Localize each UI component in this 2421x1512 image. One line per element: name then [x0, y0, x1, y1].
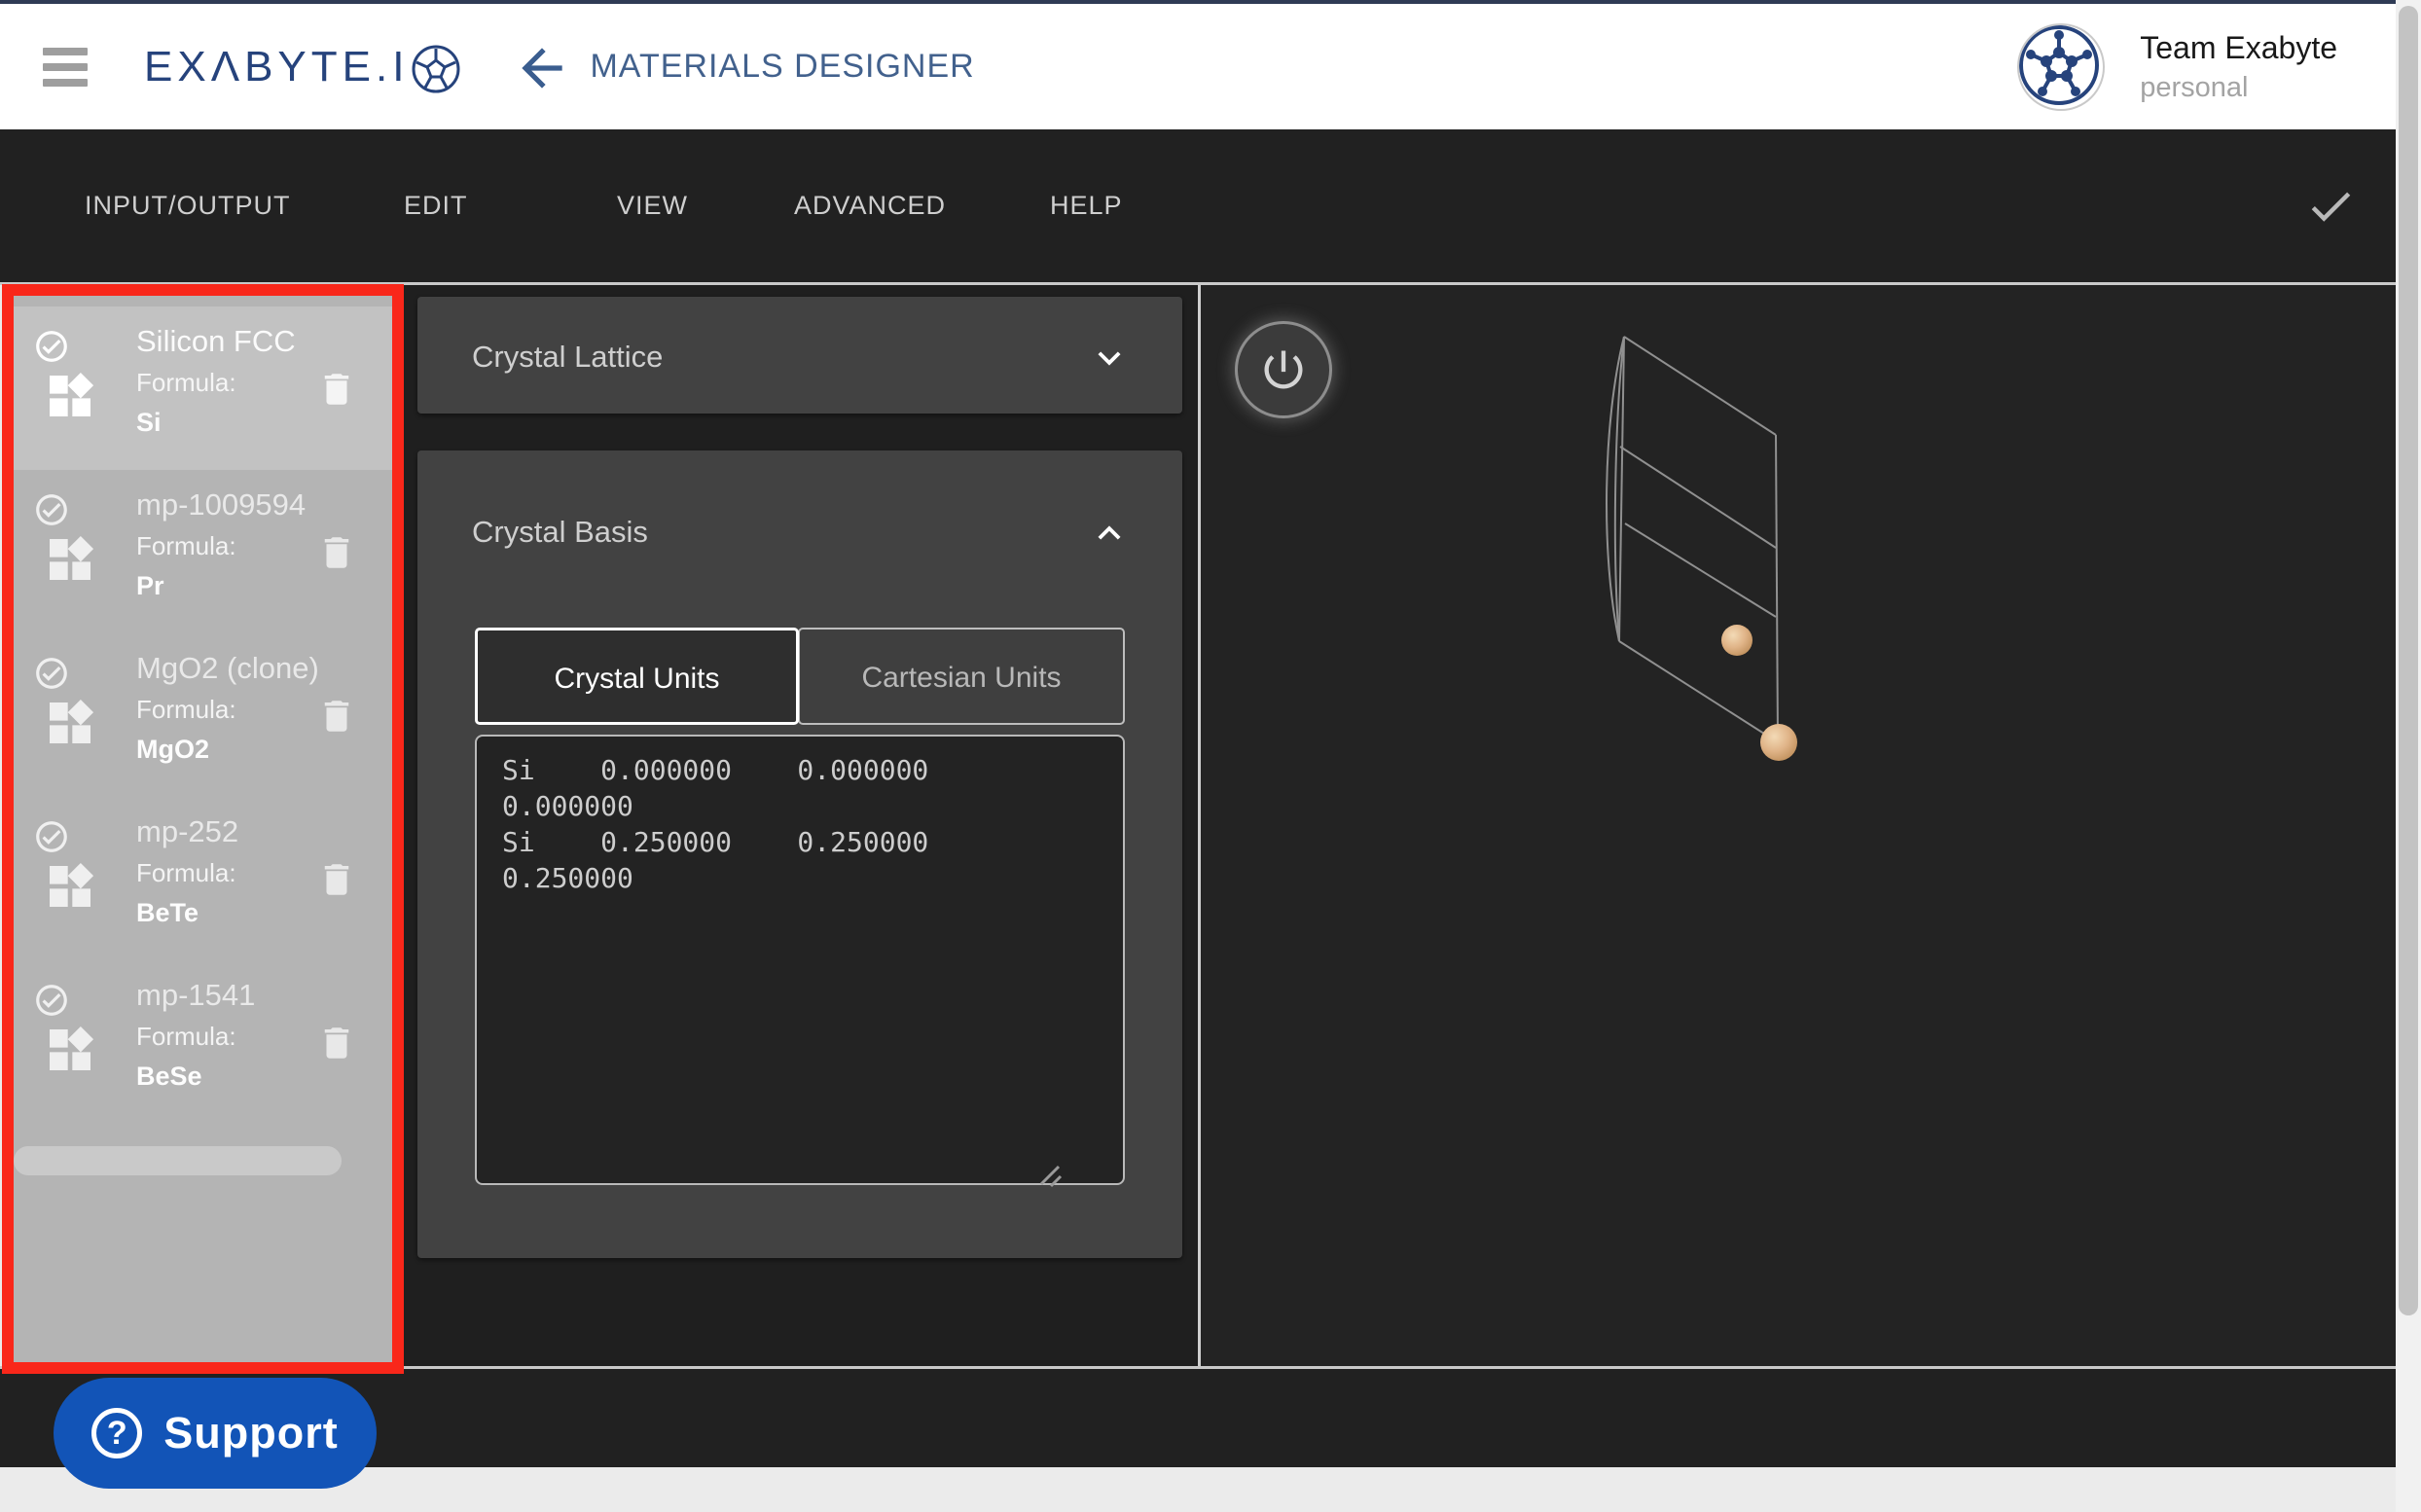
brand-logo[interactable]: EXΛBYTE.I [144, 40, 461, 94]
formula-label: Formula: [136, 1017, 255, 1056]
tab-cartesian-units[interactable]: Cartesian Units [798, 628, 1125, 725]
menu-item-view[interactable]: VIEW [617, 129, 688, 282]
help-icon: ? [91, 1408, 142, 1458]
trash-icon[interactable] [316, 532, 357, 573]
crystal-basis-panel: Crystal Basis Crystal Units Cartesian Un… [417, 450, 1182, 1258]
menubar: INPUT/OUTPUT EDIT VIEW ADVANCED HELP [0, 129, 2396, 282]
user-name: Team Exabyte [2140, 30, 2337, 66]
menu-item-input-output[interactable]: INPUT/OUTPUT [85, 129, 291, 282]
materials-designer-app: EXΛBYTE.I MATERIALS DESIGNER [0, 0, 2421, 1512]
material-name: mp-1009594 [136, 484, 306, 526]
material-text: mp-252 Formula: BeTe [136, 810, 238, 933]
user-avatar[interactable] [2017, 23, 2105, 111]
material-text: mp-1009594 Formula: Pr [136, 484, 306, 606]
material-item-mp-1541[interactable]: mp-1541 Formula: BeSe [14, 960, 392, 1124]
material-text: Silicon FCC Formula: Si [136, 320, 296, 443]
atom-sphere [1760, 724, 1797, 761]
trash-icon[interactable] [316, 1023, 357, 1063]
check-circle-icon[interactable] [33, 655, 70, 692]
sidebar-horizontal-scrollbar[interactable] [14, 1146, 342, 1175]
header-right-group: Team Exabyte personal [2017, 4, 2337, 129]
app-header: EXΛBYTE.I MATERIALS DESIGNER [0, 4, 2396, 129]
soccer-ball-logo-icon [411, 44, 461, 94]
material-name: mp-1541 [136, 974, 255, 1017]
check-circle-icon[interactable] [33, 818, 70, 855]
back-arrow-icon[interactable] [512, 38, 572, 98]
material-text: mp-1541 Formula: BeSe [136, 974, 255, 1097]
material-item-silicon-fcc[interactable]: Silicon FCC Formula: Si [14, 306, 392, 470]
material-widgets-icon [43, 1023, 97, 1077]
material-item-mp-252[interactable]: mp-252 Formula: BeTe [14, 797, 392, 960]
scrollbar-thumb[interactable] [2399, 6, 2418, 1315]
page-title: MATERIALS DESIGNER [590, 48, 974, 86]
crystal-lattice-panel[interactable]: Crystal Lattice [417, 297, 1182, 414]
material-widgets-icon [43, 369, 97, 423]
material-item-mgo2-clone[interactable]: MgO2 (clone) Formula: MgO2 [14, 633, 392, 797]
material-formula: MgO2 [136, 729, 319, 770]
basis-coordinates-textarea[interactable]: Si 0.000000 0.000000 0.000000 Si 0.25000… [475, 735, 1125, 1185]
trash-icon[interactable] [316, 696, 357, 737]
material-name: mp-252 [136, 810, 238, 853]
support-button[interactable]: ? Support [54, 1378, 377, 1489]
menu-item-advanced[interactable]: ADVANCED [794, 129, 946, 282]
material-formula: Si [136, 402, 296, 443]
formula-label: Formula: [136, 363, 296, 402]
crystal-basis-panel-title: Crystal Basis [472, 515, 648, 550]
viewer-power-button[interactable] [1235, 321, 1332, 418]
hamburger-menu-icon[interactable] [43, 48, 88, 87]
formula-label: Formula: [136, 526, 306, 565]
brand-logo-text: EXΛBYTE.I [144, 43, 409, 91]
power-icon [1258, 344, 1309, 395]
chevron-down-icon[interactable] [1087, 336, 1132, 380]
page-vertical-scrollbar[interactable] [2396, 0, 2421, 1512]
formula-label: Formula: [136, 690, 319, 729]
formula-label: Formula: [136, 853, 238, 892]
menu-item-help[interactable]: HELP [1050, 129, 1123, 282]
chevron-up-icon[interactable] [1087, 511, 1132, 556]
check-circle-icon[interactable] [33, 491, 70, 528]
material-widgets-icon [43, 532, 97, 587]
material-name: Silicon FCC [136, 320, 296, 363]
material-formula: BeTe [136, 892, 238, 933]
material-widgets-icon [43, 696, 97, 750]
material-formula: BeSe [136, 1056, 255, 1097]
material-widgets-icon [43, 859, 97, 914]
resize-handle-icon[interactable] [1037, 1163, 1063, 1188]
menu-item-edit[interactable]: EDIT [404, 129, 468, 282]
trash-icon[interactable] [316, 859, 357, 900]
atom-sphere [1721, 625, 1753, 656]
header-left-group: EXΛBYTE.I MATERIALS DESIGNER [43, 4, 975, 129]
crystal-lattice-panel-title: Crystal Lattice [472, 340, 663, 375]
crystal-3d-viewport[interactable] [1201, 285, 2396, 1366]
support-button-label: Support [163, 1408, 338, 1458]
materials-list-sidebar-red-annotation: Silicon FCC Formula: Si mp-1009594 Formu… [2, 284, 404, 1374]
unit-cell-wireframe [1607, 337, 1778, 742]
material-item-mp-1009594[interactable]: mp-1009594 Formula: Pr [14, 470, 392, 633]
material-name: MgO2 (clone) [136, 647, 319, 690]
check-icon[interactable] [2304, 180, 2357, 233]
trash-icon[interactable] [316, 369, 357, 410]
material-text: MgO2 (clone) Formula: MgO2 [136, 647, 319, 770]
check-circle-icon[interactable] [33, 328, 70, 365]
material-formula: Pr [136, 565, 306, 606]
tab-crystal-units[interactable]: Crystal Units [475, 628, 799, 725]
user-role: personal [2140, 72, 2337, 104]
check-circle-icon[interactable] [33, 982, 70, 1019]
user-info: Team Exabyte personal [2140, 30, 2337, 104]
